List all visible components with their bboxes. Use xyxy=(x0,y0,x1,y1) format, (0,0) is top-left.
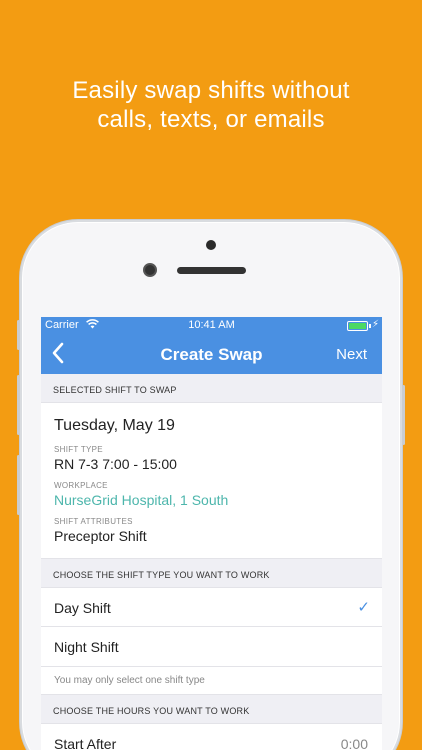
checkmark-icon: ✓ xyxy=(357,599,370,616)
section-header-selected-shift: SELECTED SHIFT TO SWAP xyxy=(53,385,177,395)
phone-volume-up xyxy=(17,375,20,435)
charging-bolt-icon: ⚡ xyxy=(371,319,379,330)
workplace-value: NurseGrid Hospital, 1 South xyxy=(54,492,229,508)
start-after-value: 0:00 xyxy=(340,736,368,750)
start-after-row[interactable]: Start After 0:00 xyxy=(41,723,382,750)
next-button[interactable]: Next xyxy=(336,346,367,363)
headline-line-1: Easily swap shifts without xyxy=(72,77,350,104)
marketing-headline: Easily swap shifts without calls, texts,… xyxy=(0,76,422,134)
workplace-label: WORKPLACE xyxy=(54,481,108,490)
speaker-grille xyxy=(177,267,246,274)
navigation-bar: Create Swap Next xyxy=(41,334,382,374)
option-night-shift[interactable]: Night Shift xyxy=(41,627,382,667)
battery-icon xyxy=(347,321,368,331)
shift-type-label: SHIFT TYPE xyxy=(54,445,103,454)
battery-tip xyxy=(369,324,371,328)
shift-attributes-label: SHIFT ATTRIBUTES xyxy=(54,517,133,526)
phone-power-button xyxy=(402,385,405,445)
option-label: Night Shift xyxy=(54,639,119,655)
option-day-shift[interactable]: Day Shift ✓ xyxy=(41,587,382,627)
camera-dot-icon xyxy=(206,240,216,250)
section-header-hours: CHOOSE THE HOURS YOU WANT TO WORK xyxy=(53,706,250,716)
status-bar: Carrier 10:41 AM ⚡ xyxy=(41,317,382,334)
front-camera-icon xyxy=(143,263,157,277)
selected-shift-card: Tuesday, May 19 SHIFT TYPE RN 7-3 7:00 -… xyxy=(41,402,382,559)
option-label: Day Shift xyxy=(54,600,111,616)
headline-line-2: calls, texts, or emails xyxy=(97,106,325,133)
phone-volume-down xyxy=(17,455,20,515)
start-after-label: Start After xyxy=(54,736,117,750)
page-title: Create Swap xyxy=(160,345,263,364)
section-header-shift-type: CHOOSE THE SHIFT TYPE YOU WANT TO WORK xyxy=(53,570,270,580)
shift-date: Tuesday, May 19 xyxy=(54,417,175,434)
app-screen: Carrier 10:41 AM ⚡ Create Swap Next SELE… xyxy=(41,317,382,750)
shift-type-hint: You may only select one shift type xyxy=(41,667,382,695)
shift-attributes-value: Preceptor Shift xyxy=(54,528,147,544)
phone-mute-switch xyxy=(17,320,20,350)
status-time: 10:41 AM xyxy=(188,319,235,331)
shift-type-value: RN 7-3 7:00 - 15:00 xyxy=(54,456,177,472)
